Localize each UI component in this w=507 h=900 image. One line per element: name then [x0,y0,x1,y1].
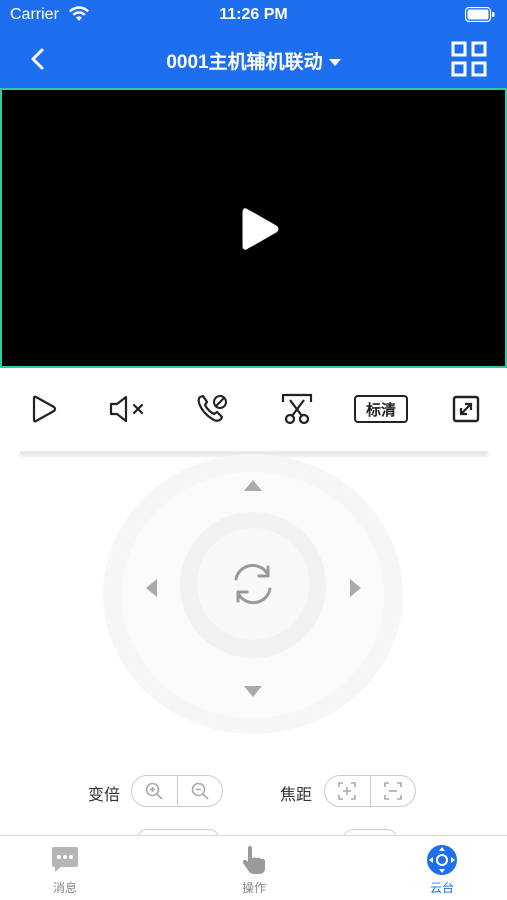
zoom-control [131,775,223,807]
phone-disabled-icon [197,394,227,422]
status-time: 11:26 PM [219,6,288,23]
tab-operation[interactable]: 操作 [194,836,314,900]
device-title-dropdown[interactable]: 0001主机辅机联动 [0,47,507,74]
play-button[interactable] [22,386,64,432]
zoom-in-icon [145,782,163,800]
mute-button[interactable] [104,386,152,432]
ptz-up-arrow-icon[interactable] [244,480,262,491]
quality-button[interactable]: 标清 [352,386,410,432]
ptz-reset-button[interactable] [197,528,309,640]
focus-plus-icon [338,782,357,800]
refresh-icon [234,563,272,605]
hand-pointer-icon [242,846,265,874]
zoom-out-button[interactable] [176,776,223,806]
focus-near-button[interactable] [325,776,370,806]
ptz-icon [427,845,457,875]
video-player[interactable] [0,88,507,368]
video-toolbar: 标清 [0,386,507,436]
page-title: 0001主机辅机联动 [166,52,323,73]
snapshot-button[interactable] [276,386,318,432]
tab-ptz[interactable]: 云台 [382,836,502,900]
navigation-bar: 0001主机辅机联动 [0,30,507,88]
battery-icon [464,6,495,27]
ptz-right-arrow-icon[interactable] [350,579,361,597]
intercom-button[interactable] [190,386,234,432]
play-outline-icon [32,395,57,423]
speaker-muted-icon [109,395,144,423]
tab-bar: 消息 操作 云台 [0,835,507,900]
tab-operation-label: 操作 [241,881,266,895]
status-bar: Carrier 11:26 PM [0,0,507,30]
fullscreen-button[interactable] [446,386,486,432]
grid-view-icon [451,41,487,77]
focus-label: 焦距 [280,787,313,804]
play-icon[interactable] [240,206,280,252]
quality-label: 标清 [354,395,408,423]
focus-far-button[interactable] [369,776,416,806]
ptz-left-arrow-icon[interactable] [146,579,157,597]
scissors-icon [281,393,313,425]
zoom-in-button[interactable] [132,776,177,806]
fullscreen-icon [452,395,480,423]
focus-control [324,775,416,807]
caret-down-icon [328,58,341,66]
tab-ptz-label: 云台 [429,881,454,895]
tab-messages[interactable]: 消息 [5,836,125,900]
tab-messages-label: 消息 [52,881,77,895]
focus-minus-icon [383,782,402,800]
ptz-down-arrow-icon[interactable] [244,686,262,697]
chat-icon [52,847,78,872]
zoom-label: 变倍 [88,787,121,804]
zoom-out-icon [191,782,209,800]
grid-view-button[interactable] [451,41,487,77]
